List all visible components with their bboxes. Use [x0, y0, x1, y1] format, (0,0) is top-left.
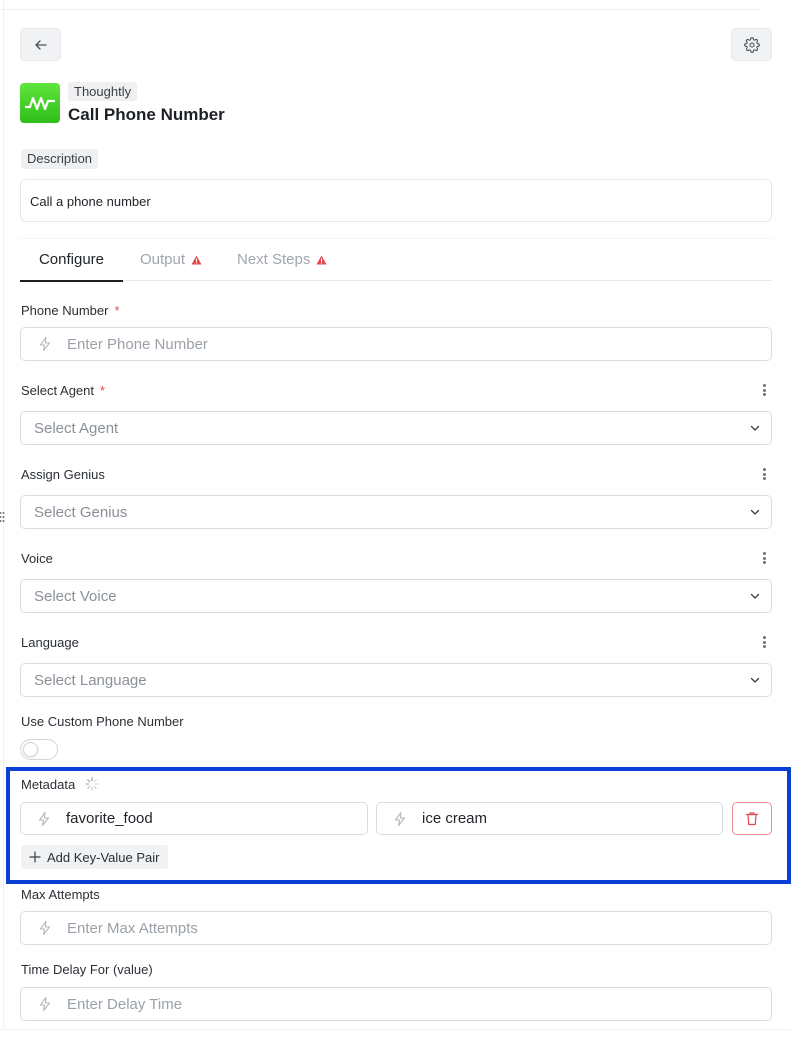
required-marker: * — [100, 383, 106, 398]
tab-bar: Configure Output Next Steps — [20, 238, 772, 282]
settings-button[interactable] — [731, 28, 772, 61]
voice-label: Voice — [21, 551, 53, 566]
add-key-value-button[interactable]: Add Key-Value Pair — [21, 845, 168, 869]
drag-handle-icon[interactable] — [0, 511, 5, 523]
trash-icon — [745, 812, 759, 826]
language-select[interactable]: Select Language — [20, 663, 772, 697]
thoughtly-logo — [20, 83, 60, 123]
custom-phone-label: Use Custom Phone Number — [21, 714, 184, 729]
phone-number-placeholder: Enter Phone Number — [67, 335, 208, 353]
phone-number-label: Phone Number * — [21, 303, 120, 318]
tab-configure[interactable]: Configure — [20, 239, 123, 282]
bolt-icon — [39, 336, 51, 352]
bolt-icon — [39, 996, 51, 1012]
chevron-down-icon — [750, 509, 760, 515]
label-text: Phone Number — [21, 303, 109, 318]
max-attempts-label: Max Attempts — [21, 887, 100, 902]
delete-pair-button[interactable] — [732, 802, 772, 835]
bolt-icon — [39, 920, 51, 936]
chevron-down-icon — [750, 677, 760, 683]
tab-label: Configure — [38, 250, 105, 268]
agent-placeholder: Select Agent — [34, 419, 119, 437]
tab-label: Next Steps — [237, 251, 311, 268]
add-key-value-label: Add Key-Value Pair — [47, 849, 160, 865]
bolt-icon — [394, 811, 406, 826]
metadata-label: Metadata — [21, 777, 99, 792]
required-marker: * — [114, 303, 120, 318]
genius-label: Assign Genius — [21, 467, 105, 482]
loading-spinner-icon — [85, 777, 99, 791]
label-text: Select Agent — [21, 383, 94, 398]
tab-output[interactable]: Output — [140, 239, 202, 281]
metadata-value-text: ice cream — [422, 810, 488, 827]
max-attempts-input[interactable]: Enter Max Attempts — [20, 911, 772, 945]
genius-placeholder: Select Genius — [34, 503, 128, 521]
language-more-icon[interactable] — [760, 634, 768, 650]
voice-select[interactable]: Select Voice — [20, 579, 772, 613]
custom-phone-toggle[interactable] — [20, 739, 58, 760]
label-text: Metadata — [21, 777, 76, 792]
bolt-icon — [38, 811, 50, 826]
gear-icon — [743, 36, 760, 53]
description-field[interactable]: Call a phone number — [20, 179, 772, 222]
warning-icon — [316, 255, 327, 265]
agent-more-icon[interactable] — [760, 382, 768, 398]
phone-number-input[interactable]: Enter Phone Number — [20, 327, 772, 361]
warning-icon — [191, 255, 202, 265]
agent-select[interactable]: Select Agent — [20, 411, 772, 445]
tab-label: Output — [140, 251, 186, 268]
chevron-down-icon — [750, 425, 760, 431]
metadata-key-value: favorite_food — [66, 810, 153, 827]
bottom-divider — [0, 1029, 791, 1042]
metadata-value-input[interactable]: ice cream — [376, 802, 723, 835]
voice-placeholder: Select Voice — [34, 587, 117, 605]
voice-more-icon[interactable] — [760, 550, 768, 566]
plus-icon — [29, 851, 41, 863]
time-delay-placeholder: Enter Delay Time — [67, 995, 183, 1013]
app-tag: Thoughtly — [68, 82, 138, 101]
description-label: Description — [21, 149, 99, 169]
genius-more-icon[interactable] — [760, 466, 768, 482]
language-label: Language — [21, 635, 79, 650]
tab-next-steps[interactable]: Next Steps — [237, 239, 327, 281]
metadata-key-input[interactable]: favorite_food — [20, 802, 368, 835]
time-delay-input[interactable]: Enter Delay Time — [20, 987, 772, 1021]
language-placeholder: Select Language — [34, 671, 147, 689]
page-title: Call Phone Number — [68, 105, 225, 124]
arrow-left-icon — [34, 39, 47, 50]
toggle-knob — [23, 742, 38, 757]
genius-select[interactable]: Select Genius — [20, 495, 772, 529]
agent-label: Select Agent * — [21, 383, 105, 398]
chevron-down-icon — [750, 593, 760, 599]
max-attempts-placeholder: Enter Max Attempts — [67, 919, 198, 937]
time-delay-label: Time Delay For (value) — [21, 962, 153, 977]
back-button[interactable] — [20, 28, 61, 61]
top-divider — [0, 0, 760, 10]
